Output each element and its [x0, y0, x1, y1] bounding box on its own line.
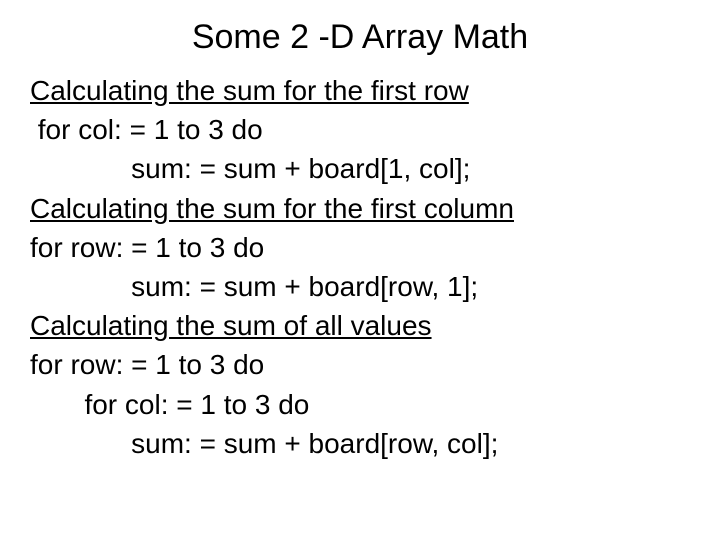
code-line: sum: = sum + board[row, 1]; [30, 267, 690, 306]
heading-all-values-sum: Calculating the sum of all values [30, 306, 690, 345]
heading-row-sum: Calculating the sum for the first row [30, 71, 690, 110]
slide: Some 2 -D Array Math Calculating the sum… [0, 0, 720, 540]
code-line: for col: = 1 to 3 do [30, 385, 690, 424]
heading-column-sum: Calculating the sum for the first column [30, 189, 690, 228]
slide-title: Some 2 -D Array Math [30, 18, 690, 57]
code-line: for row: = 1 to 3 do [30, 228, 690, 267]
code-line: for col: = 1 to 3 do [30, 110, 690, 149]
code-line: sum: = sum + board[1, col]; [30, 149, 690, 188]
slide-body: Calculating the sum for the first row fo… [30, 71, 690, 463]
code-line: for row: = 1 to 3 do [30, 345, 690, 384]
code-line: sum: = sum + board[row, col]; [30, 424, 690, 463]
